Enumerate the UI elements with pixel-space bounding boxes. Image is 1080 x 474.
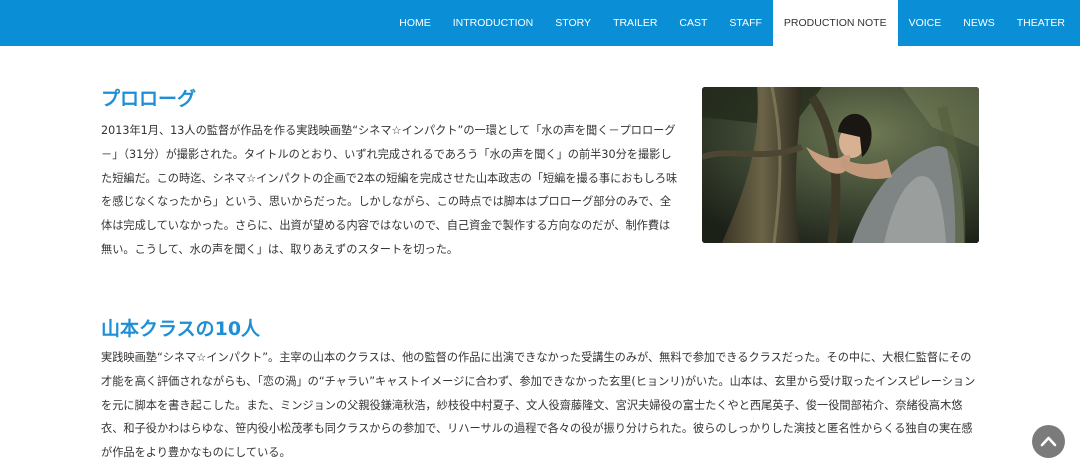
chevron-up-icon [1040, 436, 1057, 447]
scroll-to-top-button[interactable] [1032, 425, 1065, 458]
main-navbar: HOME INTRODUCTION STORY TRAILER CAST STA… [0, 0, 1080, 46]
nav-item-trailer[interactable]: TRAILER [602, 0, 668, 46]
nav-menu: HOME INTRODUCTION STORY TRAILER CAST STA… [388, 0, 1076, 46]
section-title-yamamoto-class: 山本クラスの10人 [101, 318, 261, 340]
nav-item-home[interactable]: HOME [388, 0, 442, 46]
prologue-photo [702, 87, 979, 243]
nav-item-introduction[interactable]: INTRODUCTION [442, 0, 545, 46]
nav-item-theater[interactable]: THEATER [1006, 0, 1076, 46]
section-body-yamamoto-class: 実践映画塾“シネマ☆インパクト”。主宰の山本のクラスは、他の監督の作品に出演でき… [101, 351, 976, 460]
nav-item-story[interactable]: STORY [544, 0, 602, 46]
nav-item-voice[interactable]: VOICE [898, 0, 953, 46]
nav-item-staff[interactable]: STAFF [718, 0, 772, 46]
nav-item-news[interactable]: NEWS [952, 0, 1006, 46]
section-title-prologue: プロローグ [101, 88, 197, 110]
nav-item-cast[interactable]: CAST [668, 0, 718, 46]
nav-item-production-note[interactable]: PRODUCTION NOTE [772, 0, 898, 46]
section-body-prologue: 2013年1月、13人の監督が作品を作る実践映画塾“シネマ☆インパクト”の一環と… [101, 124, 678, 256]
